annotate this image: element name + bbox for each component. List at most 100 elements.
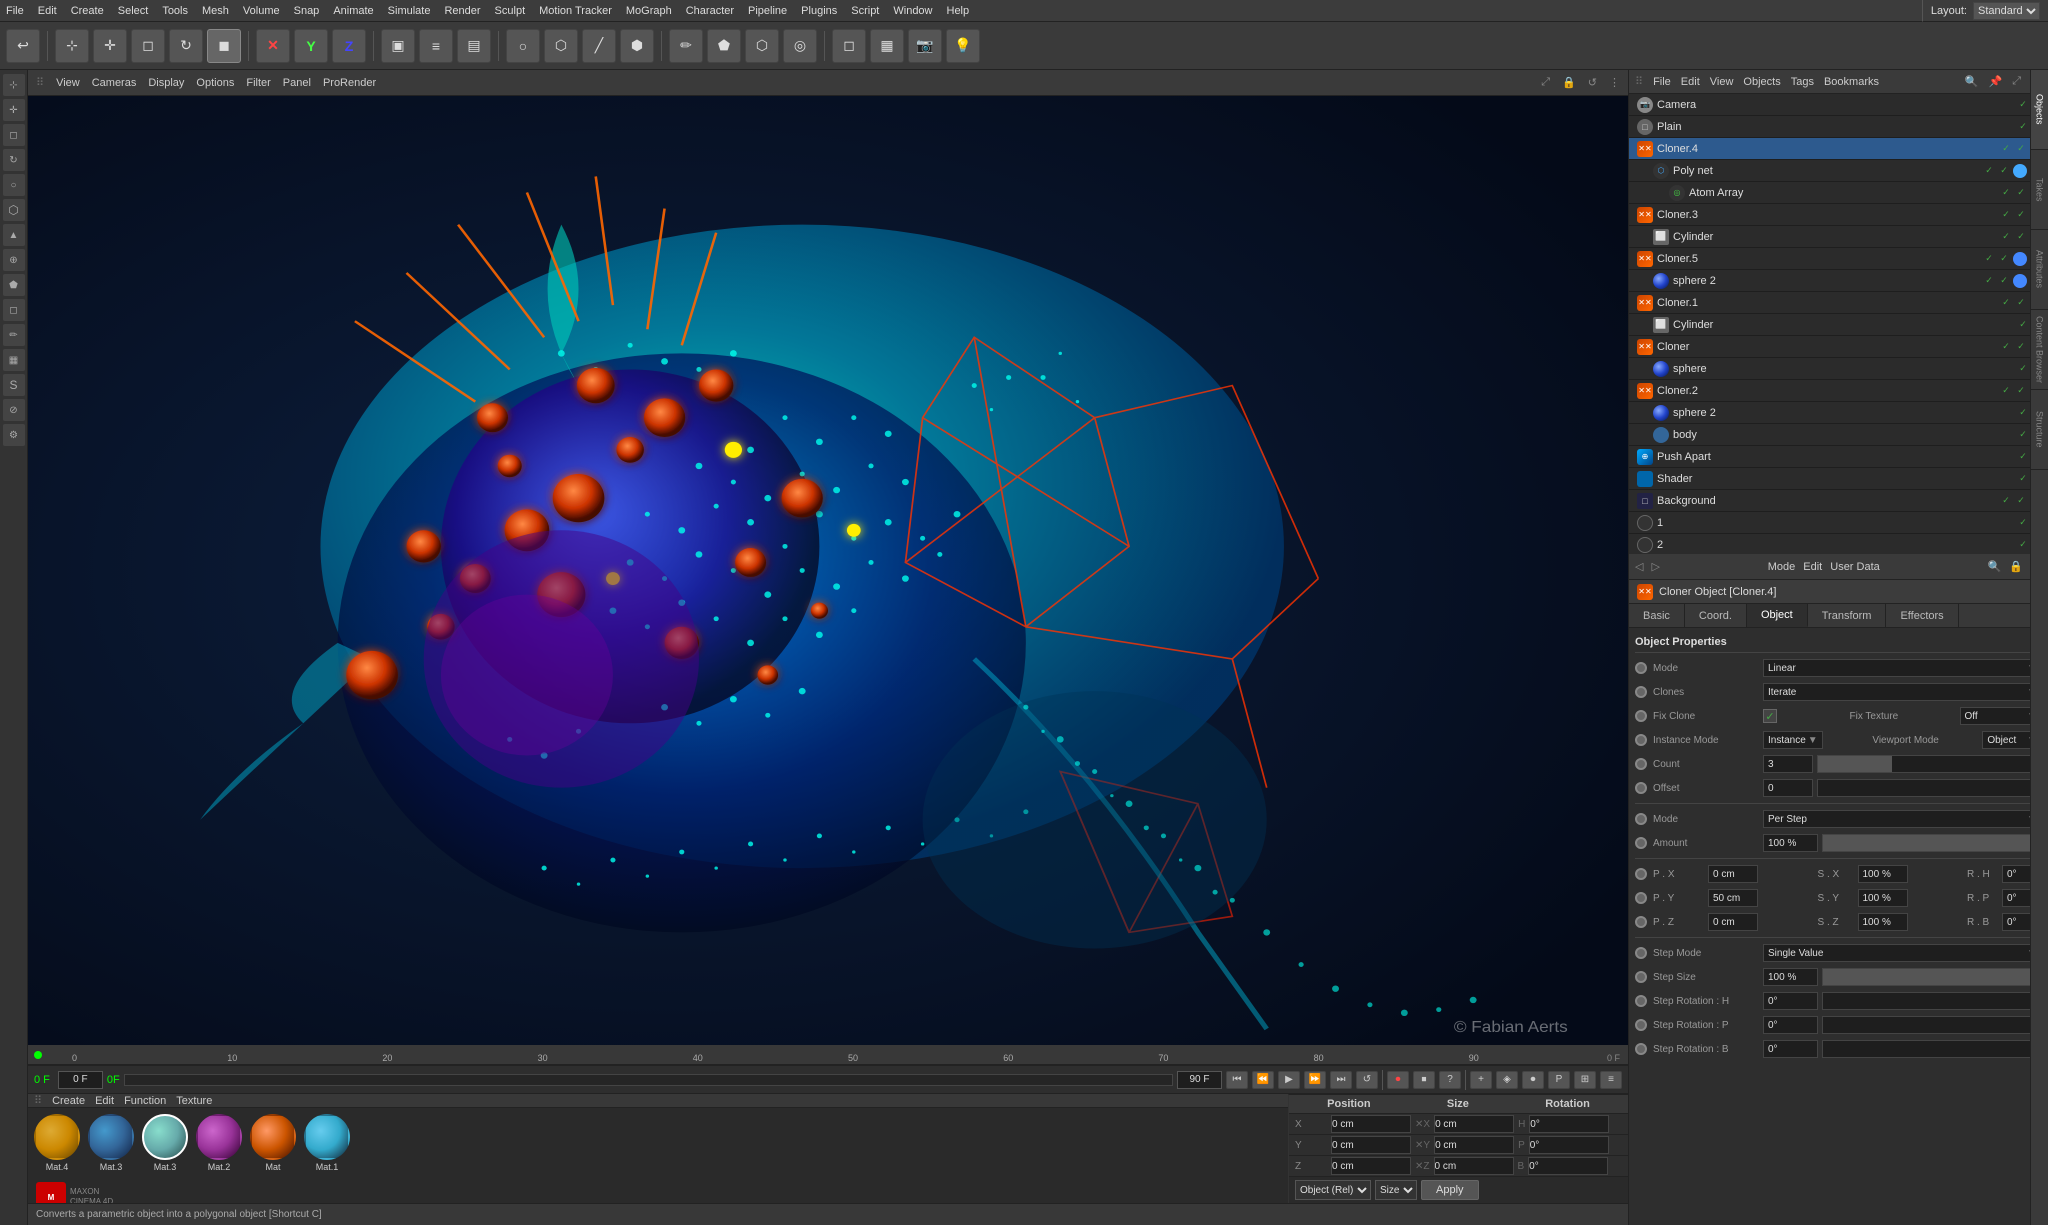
help-button[interactable]: ? (1439, 1071, 1461, 1089)
cloner1-render[interactable]: ✓ (2015, 297, 2027, 309)
timeline-grid-button[interactable]: ⊞ (1574, 1071, 1596, 1089)
display-toggle-button[interactable]: ◻ (832, 29, 866, 63)
menu-edit[interactable]: Edit (38, 5, 57, 17)
timeline-more-button[interactable]: ≡ (1600, 1071, 1622, 1089)
tab-object[interactable]: Object (1747, 604, 1808, 627)
record-button[interactable]: ⏺ (1387, 1071, 1409, 1089)
sphere2a-vis[interactable]: ✓ (1983, 275, 1995, 287)
obj-cloner5[interactable]: ✕✕ Cloner.5 ✓ ✓ (1629, 248, 2048, 270)
transform-tool-button[interactable]: ◼ (207, 29, 241, 63)
side-tab-structure[interactable]: Structure (2031, 390, 2048, 470)
attr-offset-dot[interactable] (1635, 782, 1647, 794)
obj-file-menu[interactable]: File (1653, 76, 1671, 88)
attr-step-size-input[interactable] (1763, 968, 1818, 986)
menu-window[interactable]: Window (893, 5, 932, 17)
obj-mat2[interactable]: 2 ✓ ✓ (1629, 534, 2048, 554)
scale-tool-button[interactable]: ◻ (131, 29, 165, 63)
rot-h-input[interactable] (1529, 1115, 1609, 1133)
attr-nav-back[interactable]: ◁ (1635, 560, 1643, 573)
menu-pipeline[interactable]: Pipeline (748, 5, 787, 17)
cloner3-render[interactable]: ✓ (2015, 209, 2027, 221)
camera-vis-check[interactable]: ✓ (2017, 99, 2029, 111)
attr-clones-dot[interactable] (1635, 686, 1647, 698)
stop-button[interactable]: ⏹ (1413, 1071, 1435, 1089)
obj-shader[interactable]: Shader ✓ ✓ (1629, 468, 2048, 490)
atomarray-vis[interactable]: ✓ (2000, 187, 2012, 199)
render-to-picture-viewer-button[interactable]: ≡ (419, 29, 453, 63)
obj-search-icon[interactable]: 🔍 (1965, 75, 1979, 88)
viewport-cameras-menu[interactable]: Cameras (92, 77, 137, 89)
viewport-refresh-icon[interactable]: ↺ (1588, 76, 1597, 89)
attr-py-dot[interactable] (1635, 892, 1647, 904)
polynet-vis[interactable]: ✓ (1983, 165, 1995, 177)
left-sculpt-icon[interactable]: ⊘ (3, 399, 25, 421)
left-cube-icon[interactable]: ⬡ (3, 199, 25, 221)
pos-z-input[interactable] (1331, 1157, 1411, 1175)
cloner-render[interactable]: ✓ (2015, 341, 2027, 353)
left-select-icon[interactable]: ⊹ (3, 74, 25, 96)
attr-mode-dropdown[interactable]: Linear ▼ (1763, 659, 2042, 677)
attr-offset-input[interactable] (1763, 779, 1813, 797)
move-tool-button[interactable]: ✛ (93, 29, 127, 63)
go-to-end-button[interactable]: ⏭ (1330, 1071, 1352, 1089)
attr-search-icon[interactable]: 🔍 (1988, 560, 2002, 573)
left-circle-icon[interactable]: ○ (3, 174, 25, 196)
menu-render[interactable]: Render (444, 5, 480, 17)
loop-button[interactable]: ↺ (1356, 1071, 1378, 1089)
obj-sphere2a[interactable]: sphere 2 ✓ ✓ (1629, 270, 2048, 292)
rot-p-input[interactable] (1529, 1136, 1609, 1154)
mat2-vis[interactable]: ✓ (2017, 539, 2029, 551)
size-x-input[interactable] (1434, 1115, 1514, 1133)
attr-mode2-dot[interactable] (1635, 813, 1647, 825)
attr-nav-forward[interactable]: ▷ (1651, 560, 1659, 573)
obj-camera[interactable]: 📷 Camera ✓ ✓ (1629, 94, 2048, 116)
attr-amount-input[interactable] (1763, 834, 1818, 852)
menu-help[interactable]: Help (947, 5, 970, 17)
cyl2-vis[interactable]: ✓ (2017, 319, 2029, 331)
obj-polynet[interactable]: ⬡ Poly net ✓ ✓ (1629, 160, 2048, 182)
attr-px-dot[interactable] (1635, 868, 1647, 880)
rotate-tool-button[interactable]: ↻ (169, 29, 203, 63)
menu-mesh[interactable]: Mesh (202, 5, 229, 17)
offset-slider[interactable] (1817, 779, 2042, 797)
attr-count-input[interactable] (1763, 755, 1813, 773)
obj-expand-icon[interactable]: ⤢ (2012, 75, 2021, 88)
cloner2-vis[interactable]: ✓ (2000, 385, 2012, 397)
attr-step-size-dot[interactable] (1635, 971, 1647, 983)
viewport[interactable]: © Fabian Aerts (28, 96, 1628, 1045)
attr-py-input[interactable] (1708, 889, 1758, 907)
material-item-3b[interactable]: Mat.3 (88, 1114, 134, 1172)
obj-edit-menu[interactable]: Edit (1681, 76, 1700, 88)
polygon-mode-button[interactable]: ⬢ (620, 29, 654, 63)
attr-amount-dot[interactable] (1635, 837, 1647, 849)
y-axis-button[interactable]: Y (294, 29, 328, 63)
attr-fix-dot[interactable] (1635, 710, 1647, 722)
sphere2a-render[interactable]: ✓ (1998, 275, 2010, 287)
attr-user-data-label[interactable]: User Data (1830, 561, 1880, 573)
polynet-render[interactable]: ✓ (1998, 165, 2010, 177)
viewport-lock-icon[interactable]: 🔒 (1562, 76, 1576, 89)
mirror-button[interactable]: ⬡ (745, 29, 779, 63)
tab-transform[interactable]: Transform (1808, 604, 1887, 627)
shader-vis[interactable]: ✓ (2017, 473, 2029, 485)
cloner4-vis[interactable]: ✓ (2000, 143, 2012, 155)
obj-plain[interactable]: □ Plain ✓ ✓ (1629, 116, 2048, 138)
cloner1-vis[interactable]: ✓ (2000, 297, 2012, 309)
left-paint-icon[interactable]: ✏ (3, 324, 25, 346)
attr-step-rot-h-dot[interactable] (1635, 995, 1647, 1007)
amount-slider[interactable] (1822, 834, 2042, 852)
left-poly-icon[interactable]: ◻ (3, 124, 25, 146)
size-mode-select[interactable]: Size (1375, 1180, 1417, 1200)
attr-mode-dot[interactable] (1635, 662, 1647, 674)
mesh-mode-button[interactable]: ⬡ (544, 29, 578, 63)
edge-mode-button[interactable]: ╱ (582, 29, 616, 63)
tab-basic[interactable]: Basic (1629, 604, 1685, 627)
left-s-icon[interactable]: S (3, 374, 25, 396)
step-rot-p-slider[interactable] (1822, 1016, 2042, 1034)
step-size-slider[interactable] (1822, 968, 2042, 986)
go-to-start-button[interactable]: ⏮ (1226, 1071, 1248, 1089)
obj-atomarray[interactable]: ◎ Atom Array ✓ ✓ (1629, 182, 2048, 204)
timeline-track[interactable] (124, 1074, 1173, 1086)
camera-button[interactable]: 📷 (908, 29, 942, 63)
menu-file[interactable]: File (6, 5, 24, 17)
